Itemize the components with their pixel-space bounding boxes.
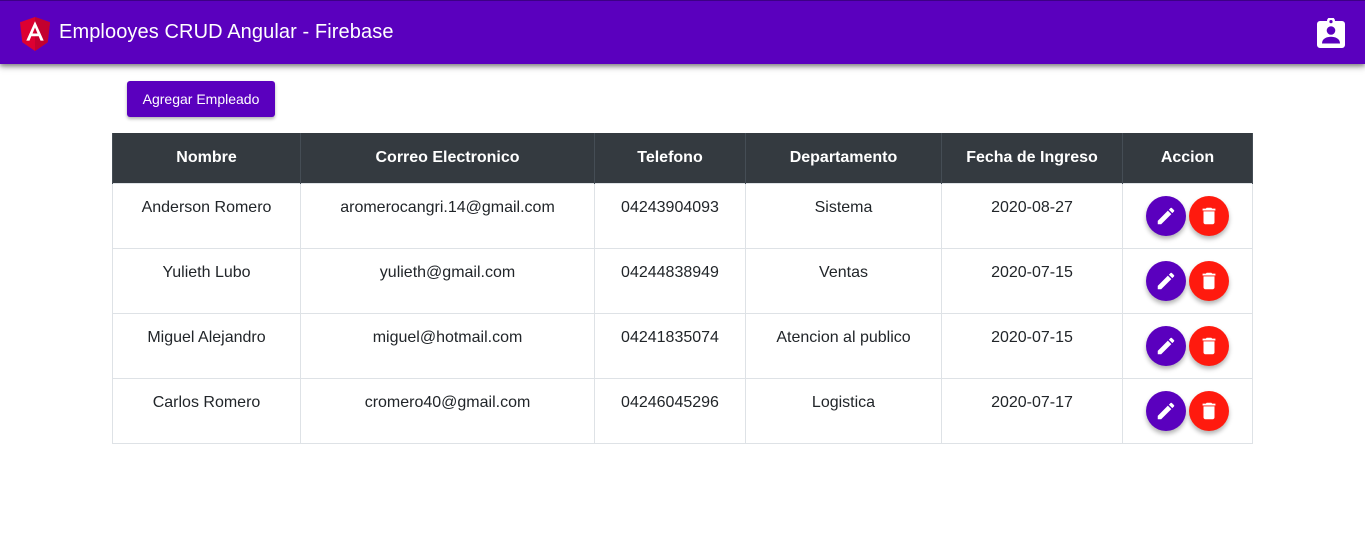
cell-nombre: Anderson Romero (112, 182, 301, 249)
column-header-departamento: Departamento (745, 133, 942, 183)
delete-button[interactable] (1188, 390, 1229, 431)
edit-button[interactable] (1146, 325, 1187, 366)
table-row: Yulieth Lubo yulieth@gmail.com 042448389… (112, 247, 1253, 314)
edit-icon (1158, 402, 1175, 419)
cell-nombre: Yulieth Lubo (112, 247, 301, 314)
edit-icon (1158, 337, 1175, 354)
cell-nombre: Miguel Alejandro (112, 312, 301, 379)
edit-button[interactable] (1146, 260, 1187, 301)
table-header-row: Nombre Correo Electronico Telefono Depar… (112, 133, 1253, 183)
cell-actions (1122, 312, 1253, 379)
cell-telefono: 04241835074 (594, 312, 746, 379)
cell-correo: cromero40@gmail.com (300, 377, 595, 444)
column-header-fecha: Fecha de Ingreso (941, 133, 1123, 183)
cell-departamento: Logistica (745, 377, 942, 444)
delete-button[interactable] (1188, 195, 1229, 236)
edit-icon (1158, 272, 1175, 289)
edit-icon (1158, 207, 1175, 224)
assignment-ind-icon[interactable] (1317, 18, 1345, 48)
column-header-correo: Correo Electronico (300, 133, 595, 183)
delete-icon (1202, 337, 1216, 354)
delete-button[interactable] (1188, 325, 1229, 366)
column-header-nombre: Nombre (112, 133, 301, 183)
column-header-accion: Accion (1122, 133, 1253, 183)
cell-correo: aromerocangri.14@gmail.com (300, 182, 595, 249)
cell-correo: miguel@hotmail.com (300, 312, 595, 379)
table-row: Anderson Romero aromerocangri.14@gmail.c… (112, 182, 1253, 249)
add-employee-button[interactable]: Agregar Empleado (127, 81, 275, 117)
cell-departamento: Atencion al publico (745, 312, 942, 379)
cell-nombre: Carlos Romero (112, 377, 301, 444)
cell-correo: yulieth@gmail.com (300, 247, 595, 314)
cell-fecha: 2020-07-15 (941, 247, 1123, 314)
cell-telefono: 04244838949 (594, 247, 746, 314)
cell-departamento: Ventas (745, 247, 942, 314)
top-toolbar: Emplooyes CRUD Angular - Firebase (0, 0, 1365, 64)
angular-logo-icon (20, 17, 50, 51)
app-title: Emplooyes CRUD Angular - Firebase (59, 21, 394, 43)
edit-button[interactable] (1146, 390, 1187, 431)
employees-table: Nombre Correo Electronico Telefono Depar… (112, 133, 1253, 444)
delete-icon (1202, 402, 1216, 419)
cell-fecha: 2020-07-17 (941, 377, 1123, 444)
delete-icon (1202, 272, 1216, 289)
cell-telefono: 04246045296 (594, 377, 746, 444)
cell-fecha: 2020-07-15 (941, 312, 1123, 379)
cell-actions (1122, 377, 1253, 444)
cell-actions (1122, 182, 1253, 249)
delete-button[interactable] (1188, 260, 1229, 301)
cell-departamento: Sistema (745, 182, 942, 249)
cell-actions (1122, 247, 1253, 314)
table-row: Carlos Romero cromero40@gmail.com 042460… (112, 377, 1253, 444)
cell-telefono: 04243904093 (594, 182, 746, 249)
table-row: Miguel Alejandro miguel@hotmail.com 0424… (112, 312, 1253, 379)
cell-fecha: 2020-08-27 (941, 182, 1123, 249)
delete-icon (1202, 207, 1216, 224)
column-header-telefono: Telefono (594, 133, 746, 183)
edit-button[interactable] (1146, 195, 1187, 236)
